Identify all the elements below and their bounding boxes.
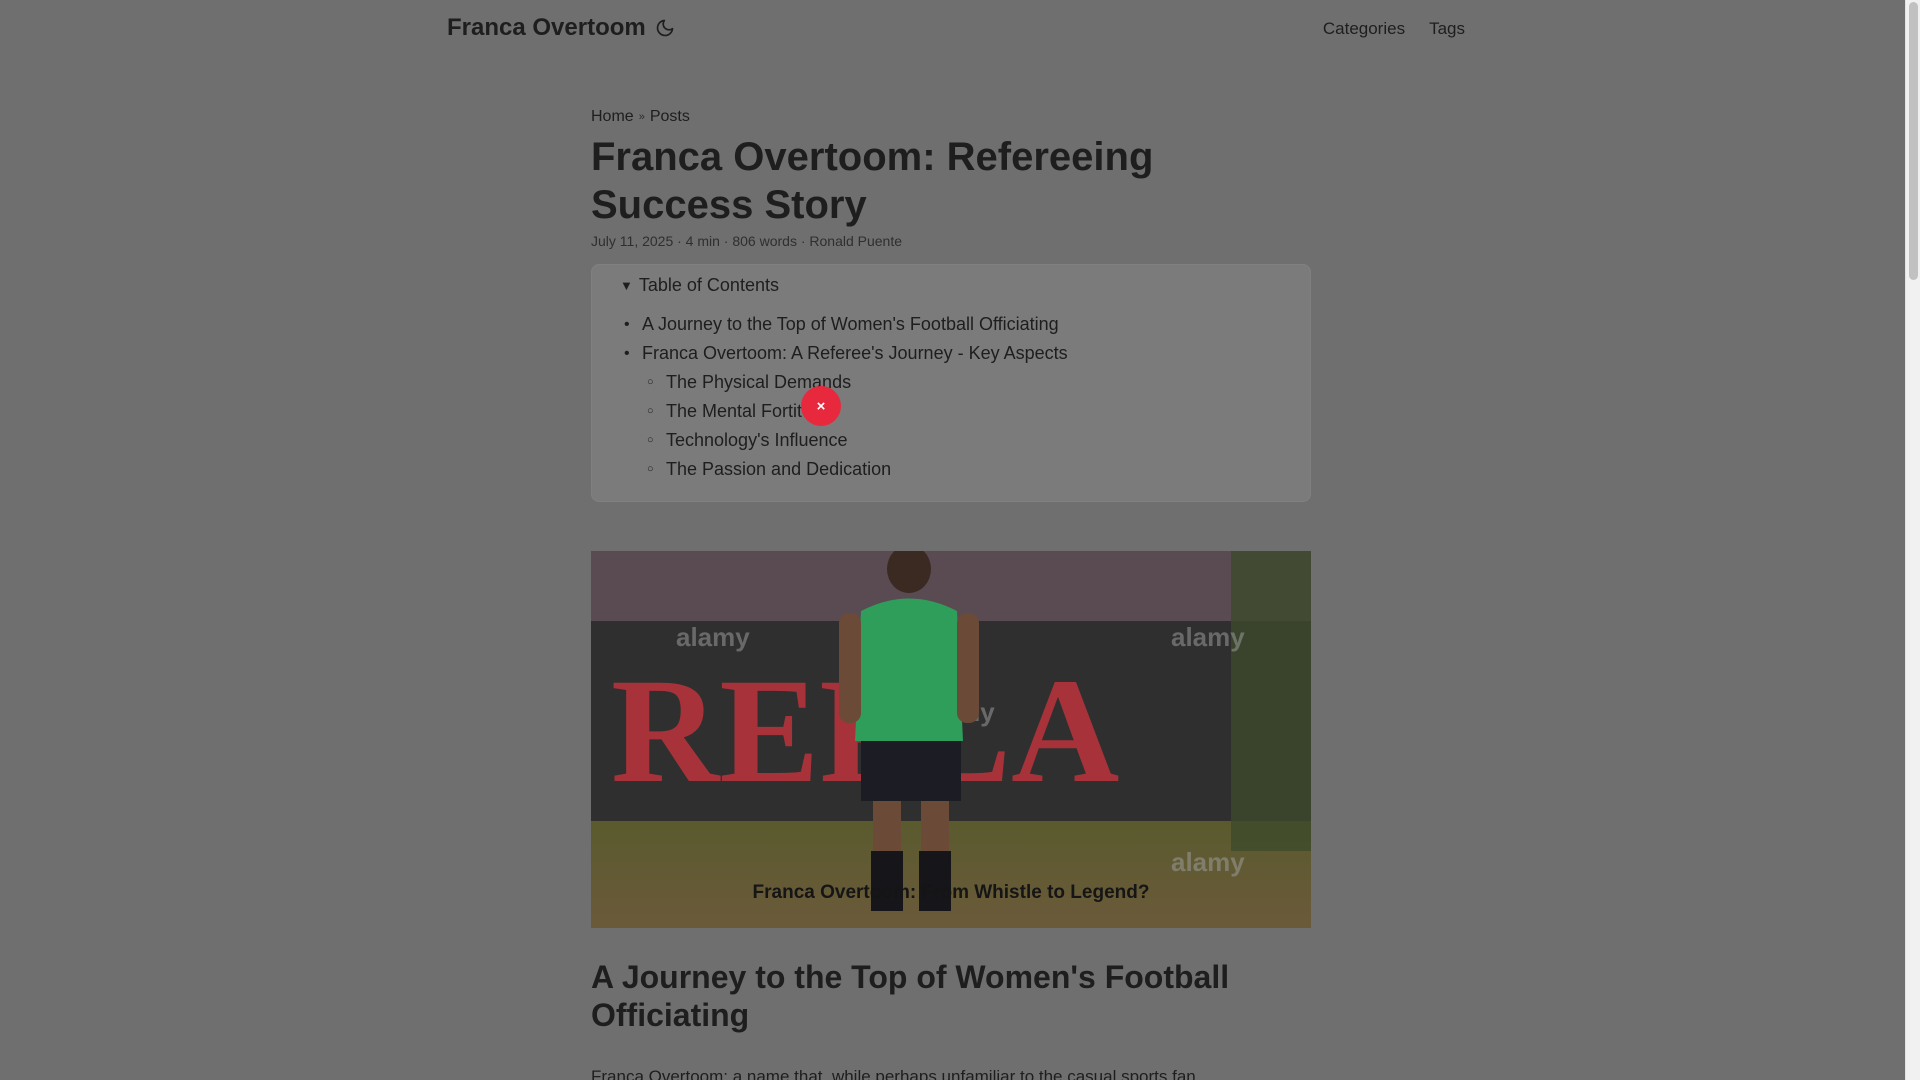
post-meta: July 11, 2025 · 4 min · 806 words · Rona… — [591, 233, 903, 249]
triangle-down-icon: ▼ — [620, 278, 633, 293]
breadcrumb-posts[interactable]: Posts — [650, 108, 690, 126]
breadcrumb-separator: » — [638, 111, 645, 123]
toc-summary-label: Table of Contents — [638, 275, 779, 295]
toc-link-journey[interactable]: A Journey to the Top of Women's Football… — [642, 314, 1059, 334]
breadcrumb-home[interactable]: Home — [591, 108, 634, 126]
page-title: Franca Overtoom: Refereeing Success Stor… — [591, 135, 1154, 227]
toc-subitem: The Passion and Dedication — [647, 455, 1282, 484]
watermark: alamy — [1171, 622, 1245, 652]
toc-subitem: Technology's Influence — [647, 426, 1282, 455]
section-heading: A Journey to the Top of Women's Football… — [591, 959, 1230, 1033]
article: Home » Posts Franca Overtoom: Refereeing… — [591, 108, 1311, 502]
toc-item: A Journey to the Top of Women's Football… — [624, 310, 1282, 339]
section-paragraph: Franca Overtoom: a name that, while perh… — [591, 1067, 1201, 1080]
watermark: alamy — [1171, 847, 1245, 877]
site-logo[interactable]: Franca Overtoom — [447, 14, 646, 42]
scrollbar-thumb[interactable] — [1909, 2, 1918, 280]
toc-subitem: The Mental Fortitude — [647, 397, 1282, 426]
breadcrumb: Home » Posts — [591, 108, 1311, 126]
toc-link-key-aspects[interactable]: Franca Overtoom: A Referee's Journey - K… — [642, 343, 1068, 363]
vertical-scrollbar[interactable] — [1905, 0, 1920, 1080]
cover-caption: Franca Overtoom: From Whistle to Legend? — [752, 882, 1150, 903]
toc-sublist: The Physical Demands The Mental Fortitud… — [642, 368, 1282, 484]
table-of-contents: ▼ Table of Contents A Journey to the Top… — [591, 264, 1311, 502]
toc-link-technology[interactable]: Technology's Influence — [666, 430, 848, 450]
cover-image: REPLA alamy alamy alamy alamy Franca Ove… — [591, 551, 1311, 928]
watermark: alamy — [676, 622, 750, 652]
toc-list: A Journey to the Top of Women's Football… — [620, 310, 1282, 484]
toc-summary[interactable]: ▼ Table of Contents — [620, 275, 1282, 296]
site-header: Franca Overtoom Categories Tags — [447, 0, 1465, 58]
toc-subitem: The Physical Demands — [647, 368, 1282, 397]
main-nav: Categories Tags — [1323, 19, 1465, 39]
toc-item: Franca Overtoom: A Referee's Journey - K… — [624, 339, 1282, 484]
toc-link-passion[interactable]: The Passion and Dedication — [666, 459, 891, 479]
moon-icon[interactable] — [655, 18, 675, 38]
page: Franca Overtoom Categories Tags Home » P… — [0, 0, 1905, 1080]
nav-tags[interactable]: Tags — [1429, 19, 1465, 39]
close-icon[interactable]: × — [801, 386, 841, 426]
nav-categories[interactable]: Categories — [1323, 19, 1405, 39]
